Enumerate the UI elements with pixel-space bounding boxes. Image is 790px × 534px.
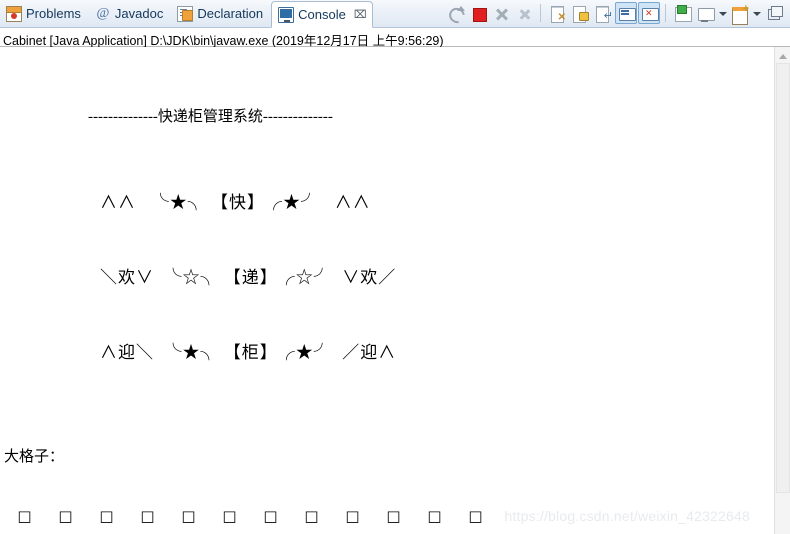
show-console-on-error-icon[interactable]	[638, 2, 660, 24]
console-launch-header: Cabinet [Java Application] D:\JDK\bin\ja…	[0, 28, 790, 48]
vertical-scrollbar[interactable]	[774, 47, 790, 534]
tab-declaration[interactable]: Declaration	[171, 1, 271, 27]
tab-console-label: Console	[298, 6, 346, 22]
toolbar-separator-2	[665, 4, 666, 22]
javadoc-icon: @	[96, 6, 110, 21]
ascii-art-line-1: ∧∧ ╰★╮ 【快】╭★╯ ∧∧	[100, 193, 371, 212]
declaration-icon	[177, 6, 194, 22]
chevron-down-icon-display-console[interactable]	[717, 2, 727, 24]
scrollbar-thumb[interactable]	[776, 63, 790, 493]
box-glyph: □	[140, 507, 155, 525]
tab-declaration-label: Declaration	[197, 6, 264, 21]
box-glyph: □	[345, 507, 360, 525]
console-body: --------------快递柜管理系统-------------- ∧∧ ╰…	[0, 47, 790, 534]
tab-problems[interactable]: Problems	[0, 1, 89, 27]
chevron-down-icon-open-console[interactable]	[751, 2, 761, 24]
box-glyph: □	[468, 507, 483, 525]
open-console-icon[interactable]	[728, 2, 750, 25]
tab-problems-label: Problems	[26, 6, 81, 21]
clear-console-icon[interactable]	[546, 2, 568, 24]
terminate-icon[interactable]	[467, 2, 489, 24]
remove-launch-icon[interactable]	[513, 2, 535, 24]
problems-icon	[6, 6, 22, 22]
console-icon	[278, 6, 295, 23]
word-wrap-icon[interactable]	[592, 2, 614, 24]
relaunch-icon[interactable]	[444, 2, 466, 24]
box-glyph: □	[427, 507, 442, 525]
ascii-art-line-3: ∧迎＼ ╰★╮ 【柜】╭★╯ ／迎∧	[100, 343, 397, 362]
box-glyph: □	[304, 507, 319, 525]
box-glyph: □	[17, 507, 32, 525]
tab-list: Problems @ Javadoc Declaration Console ⌧	[0, 0, 373, 28]
show-console-on-output-icon[interactable]	[615, 2, 637, 24]
box-glyph: □	[222, 507, 237, 525]
box-glyph: □	[99, 507, 114, 525]
tab-javadoc-label: Javadoc	[114, 6, 164, 21]
view-tab-bar: Problems @ Javadoc Declaration Console ⌧	[0, 0, 790, 28]
tab-console[interactable]: Console ⌧	[271, 1, 373, 28]
pin-console-icon[interactable]	[671, 2, 693, 24]
remove-all-terminated-icon[interactable]	[490, 2, 512, 24]
console-toolbar	[444, 0, 790, 27]
console-output[interactable]: --------------快递柜管理系统-------------- ∧∧ ╰…	[0, 47, 774, 534]
close-icon[interactable]: ⌧	[353, 8, 368, 21]
box-glyph: □	[386, 507, 401, 525]
minimize-maximize-icon[interactable]	[762, 2, 784, 24]
watermark-text: https://blog.csdn.net/weixin_42322648	[504, 508, 750, 524]
section-label-large: 大格子：	[4, 449, 65, 465]
box-glyph: □	[58, 507, 73, 525]
display-selected-console-icon[interactable]	[694, 2, 716, 24]
ascii-art-line-2: ＼欢∨ ╰☆╮ 【递】╭☆╯ ∨欢／	[100, 268, 397, 287]
scroll-up-arrow-icon[interactable]	[775, 49, 790, 63]
box-glyph: □	[181, 507, 196, 525]
box-glyph: □	[263, 507, 278, 525]
tab-javadoc[interactable]: @ Javadoc	[89, 1, 171, 27]
toolbar-separator-1	[540, 4, 541, 22]
console-banner-title: --------------快递柜管理系统--------------	[88, 109, 333, 125]
eclipse-console-window: Problems @ Javadoc Declaration Console ⌧	[0, 0, 790, 534]
scroll-lock-icon[interactable]	[569, 2, 591, 24]
